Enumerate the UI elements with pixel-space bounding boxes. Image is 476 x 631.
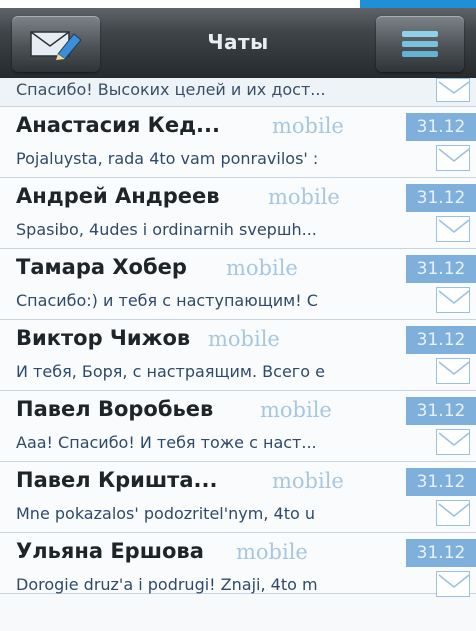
envelope-icon — [436, 145, 470, 171]
chat-row[interactable]: Спасибо! Высоких целей и их дост... — [0, 78, 476, 107]
date-badge: 31.12 — [406, 184, 476, 212]
envelope-icon — [436, 287, 470, 313]
chat-row[interactable]: Ульяна Ершова mobile 31.12 Dorogie druz'… — [0, 533, 476, 597]
envelope-icon — [436, 216, 470, 242]
chat-row[interactable]: Павел Кришта... mobile 31.12 Mne pokazal… — [0, 462, 476, 533]
chat-row[interactable]: Тамара Хобер mobile 31.12 Спасибо:) и те… — [0, 249, 476, 320]
chat-preview: И тебя, Боря, с настраящим. Всего е — [16, 362, 325, 381]
chat-preview: Ааа! Спасибо! И тебя тоже с наст... — [16, 433, 317, 452]
date-badge: 31.12 — [406, 255, 476, 283]
status-label: mobile — [260, 398, 332, 422]
chat-screen: Чаты Спасибо! Высоких целей и их дост...… — [0, 0, 476, 631]
status-label: mobile — [236, 540, 308, 564]
date-badge: 31.12 — [406, 539, 476, 567]
contact-name: Виктор Чижов — [16, 326, 191, 350]
envelope-icon — [436, 78, 470, 102]
date-badge: 31.12 — [406, 468, 476, 496]
chat-row[interactable]: Анастасия Кед... mobile 31.12 Pojaluysta… — [0, 107, 476, 178]
envelope-icon — [436, 358, 470, 384]
envelope-icon — [436, 500, 470, 526]
chat-row[interactable]: Виктор Чижов mobile 31.12 И тебя, Боря, … — [0, 320, 476, 391]
date-badge: 31.12 — [406, 397, 476, 425]
status-label: mobile — [272, 114, 344, 138]
contact-name: Тамара Хобер — [16, 255, 187, 279]
chat-list[interactable]: Спасибо! Высоких целей и их дост... Анас… — [0, 78, 476, 597]
menu-button[interactable] — [376, 16, 464, 72]
contact-name: Анастасия Кед... — [16, 113, 220, 137]
chat-preview: Spasibo, 4udes i ordinarnih svершh... — [16, 220, 317, 239]
chat-preview: Dorogie druz'a i podrugi! Znaji, 4to m — [16, 575, 318, 594]
contact-name: Павел Кришта... — [16, 468, 218, 492]
chat-preview: Спасибо:) и тебя с наступающим! С — [16, 291, 318, 310]
contact-name: Андрей Андреев — [16, 184, 220, 208]
title-bar: Чаты — [0, 8, 476, 78]
envelope-icon — [436, 429, 470, 455]
status-label: mobile — [272, 469, 344, 493]
date-badge: 31.12 — [406, 326, 476, 354]
envelope-icon — [436, 571, 470, 597]
chat-preview: Mne pokazalos' podozritel'nym, 4to u — [16, 504, 315, 523]
status-label: mobile — [208, 327, 280, 351]
date-badge: 31.12 — [406, 113, 476, 141]
chat-row[interactable]: Андрей Андреев mobile 31.12 Spasibo, 4ud… — [0, 178, 476, 249]
status-label: mobile — [268, 185, 340, 209]
contact-name: Павел Воробьев — [16, 397, 214, 421]
status-label: mobile — [226, 256, 298, 280]
contact-name: Ульяна Ершова — [16, 539, 204, 563]
chat-preview: Pojaluysta, rada 4to vam ponravilos' : — [16, 149, 319, 168]
chat-row[interactable]: Павел Воробьев mobile 31.12 Ааа! Спасибо… — [0, 391, 476, 462]
chat-preview: Спасибо! Высоких целей и их дост... — [16, 80, 326, 99]
